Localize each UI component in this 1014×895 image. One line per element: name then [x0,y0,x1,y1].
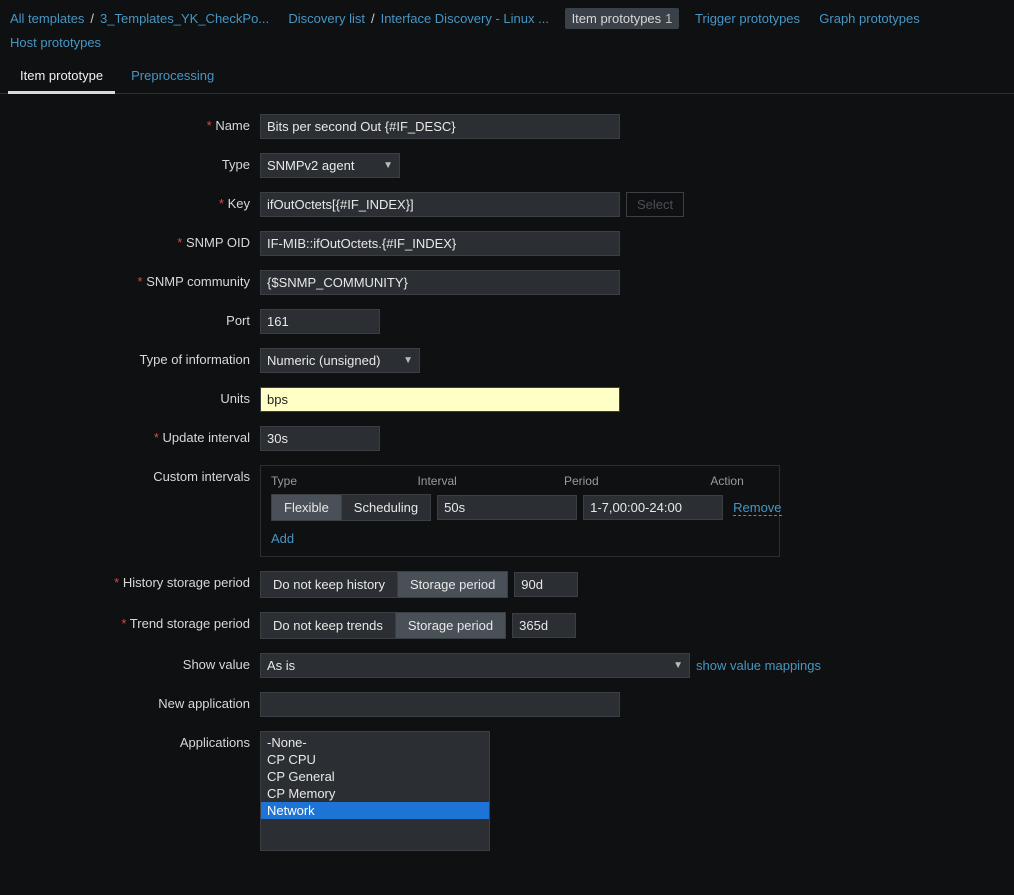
show-value-selected: As is [267,658,295,673]
interval-row: Flexible Scheduling Remove [271,494,769,521]
history-storage-period-button[interactable]: Storage period [398,572,507,597]
crumb-item-prototypes-label: Item prototypes [572,11,662,26]
application-option[interactable]: Network [261,802,489,819]
update-interval-input[interactable] [260,426,380,451]
trend-storage-period-button[interactable]: Storage period [396,613,505,638]
crumb-item-prototypes[interactable]: Item prototypes 1 [565,8,680,29]
label-units: Units [10,387,260,406]
crumb-trigger-prototypes[interactable]: Trigger prototypes [695,11,800,26]
key-input[interactable] [260,192,620,217]
history-storage-toggle: Do not keep history Storage period [260,571,508,598]
form: Name Type SNMPv2 agent ▼ Key Select SNMP… [0,94,1014,895]
trend-period-input[interactable] [512,613,576,638]
snmp-oid-input[interactable] [260,231,620,256]
label-custom-intervals: Custom intervals [10,465,260,484]
type-of-information-select[interactable]: Numeric (unsigned) ▼ [260,348,420,373]
label-show-value: Show value [10,653,260,672]
breadcrumb: All templates / 3_Templates_YK_CheckPo..… [0,0,1014,60]
show-value-mappings-link[interactable]: show value mappings [696,658,821,673]
type-of-information-value: Numeric (unsigned) [267,353,380,368]
intervals-head-action: Action [710,474,769,488]
label-name: Name [10,114,260,133]
units-input[interactable] [260,387,620,412]
snmp-community-input[interactable] [260,270,620,295]
crumb-discovery-list[interactable]: Discovery list [288,11,365,26]
interval-scheduling-button[interactable]: Scheduling [342,495,430,520]
application-option[interactable]: -None- [261,734,489,751]
interval-delay-input[interactable] [437,495,577,520]
label-snmp-community: SNMP community [10,270,260,289]
application-option[interactable]: CP General [261,768,489,785]
chevron-down-icon: ▼ [673,660,683,671]
type-select-value: SNMPv2 agent [267,158,354,173]
chevron-down-icon: ▼ [383,160,393,171]
crumb-host-prototypes[interactable]: Host prototypes [10,35,101,50]
label-snmp-oid: SNMP OID [10,231,260,250]
chevron-down-icon: ▼ [403,355,413,366]
label-history-storage: History storage period [10,571,260,590]
applications-listbox[interactable]: -None-CP CPUCP GeneralCP MemoryNetwork [260,731,490,851]
label-new-application: New application [10,692,260,711]
crumb-sep: / [90,11,94,26]
label-type: Type [10,153,260,172]
application-option[interactable]: CP Memory [261,785,489,802]
interval-type-toggle: Flexible Scheduling [271,494,431,521]
crumb-graph-prototypes[interactable]: Graph prototypes [819,11,919,26]
crumb-all-templates[interactable]: All templates [10,11,84,26]
intervals-head-period: Period [564,474,710,488]
label-update-interval: Update interval [10,426,260,445]
label-trend-storage: Trend storage period [10,612,260,631]
tab-item-prototype[interactable]: Item prototype [6,60,117,93]
tab-preprocessing[interactable]: Preprocessing [117,60,228,93]
label-key: Key [10,192,260,211]
tabbar: Item prototype Preprocessing [0,60,1014,94]
crumb-template[interactable]: 3_Templates_YK_CheckPo... [100,11,269,26]
crumb-sep-2: / [371,11,375,26]
key-select-button: Select [626,192,684,217]
interval-remove-link[interactable]: Remove [733,500,781,516]
interval-period-input[interactable] [583,495,723,520]
crumb-discovery-rule[interactable]: Interface Discovery - Linux ... [381,11,549,26]
crumb-item-prototypes-count: 1 [665,11,672,26]
interval-flexible-button[interactable]: Flexible [272,495,342,520]
intervals-head-type: Type [271,474,417,488]
label-type-of-information: Type of information [10,348,260,367]
history-period-input[interactable] [514,572,578,597]
type-select[interactable]: SNMPv2 agent ▼ [260,153,400,178]
custom-intervals-box: Type Interval Period Action Flexible Sch… [260,465,780,557]
trend-storage-toggle: Do not keep trends Storage period [260,612,506,639]
intervals-head-interval: Interval [417,474,563,488]
application-option[interactable]: CP CPU [261,751,489,768]
show-value-select[interactable]: As is ▼ [260,653,690,678]
label-applications: Applications [10,731,260,750]
new-application-input[interactable] [260,692,620,717]
interval-add-link[interactable]: Add [271,531,294,546]
do-not-keep-trends-button[interactable]: Do not keep trends [261,613,396,638]
name-input[interactable] [260,114,620,139]
do-not-keep-history-button[interactable]: Do not keep history [261,572,398,597]
label-port: Port [10,309,260,328]
port-input[interactable] [260,309,380,334]
